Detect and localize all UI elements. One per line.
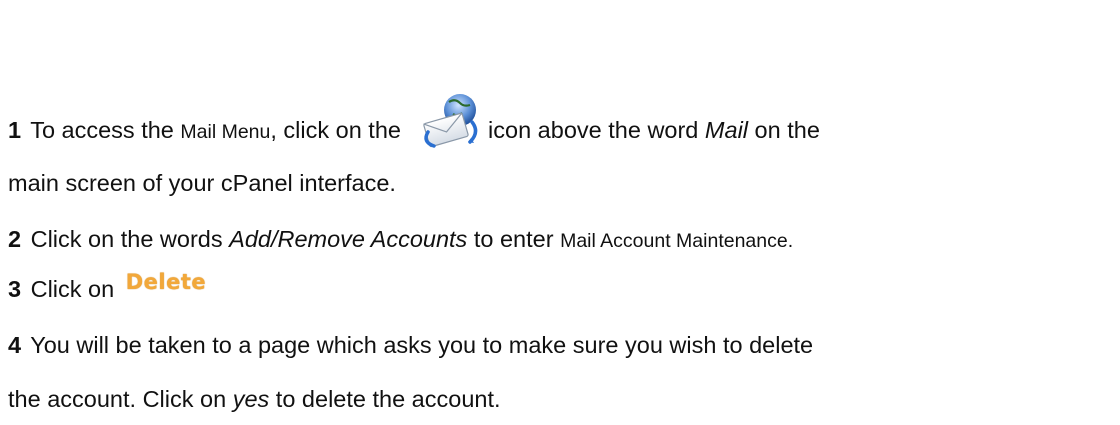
- step-text: Click on the words: [30, 226, 223, 252]
- step-text: main screen of your cPanel interface.: [8, 170, 396, 196]
- step-4-line-2: the account. Click on yes to delete the …: [8, 384, 501, 414]
- step-number: 1: [8, 117, 22, 143]
- mail-menu-term: Mail Menu: [180, 121, 271, 143]
- add-remove-accounts-term: Add/Remove Accounts: [229, 226, 468, 252]
- step-text: , click on the: [270, 117, 401, 143]
- step-1-line-2: main screen of your cPanel interface.: [8, 168, 396, 198]
- step-1-line-1: 1 To access the Mail Menu, click on the …: [8, 115, 820, 147]
- step-number: 2: [8, 226, 22, 252]
- step-number: 4: [8, 332, 22, 358]
- mail-account-maintenance-term: Mail Account Maintenance.: [560, 230, 794, 252]
- step-text: the account. Click on: [8, 386, 227, 412]
- mail-word: Mail: [704, 117, 749, 143]
- instructions-document: 1 To access the Mail Menu, click on the …: [0, 0, 1120, 425]
- step-text: To access the: [30, 117, 174, 143]
- step-text: You will be taken to a page which asks y…: [30, 332, 814, 358]
- step-text: Click on: [30, 276, 115, 302]
- step-text: on the: [754, 117, 820, 143]
- yes-word: yes: [232, 386, 270, 412]
- delete-button-image: Delete: [125, 270, 207, 294]
- step-3-line: 3 Click on Delete: [8, 270, 206, 305]
- step-number: 3: [8, 276, 22, 302]
- step-text: icon above the word: [488, 117, 699, 143]
- step-text: to delete the account.: [275, 386, 501, 412]
- step-text: to enter: [473, 226, 554, 252]
- step-4-line-1: 4 You will be taken to a page which asks…: [8, 330, 813, 360]
- step-2-line: 2 Click on the words Add/Remove Accounts…: [8, 224, 793, 256]
